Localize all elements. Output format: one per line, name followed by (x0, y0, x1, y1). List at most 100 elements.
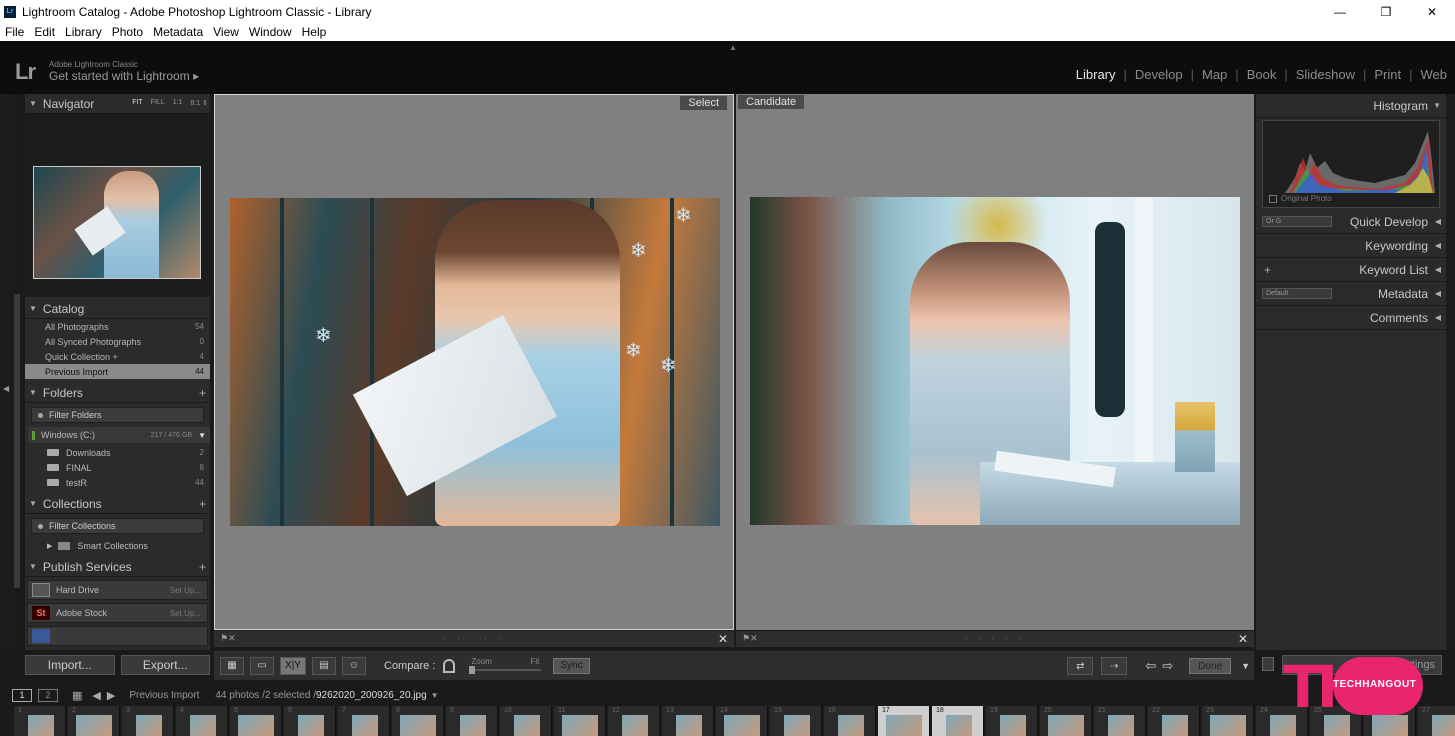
zoom-fit[interactable]: FIT (132, 99, 143, 107)
zoom-slider[interactable]: Zoom Fit (465, 656, 545, 676)
menu-file[interactable]: File (0, 25, 29, 39)
compare-view-button[interactable]: X|Y (280, 656, 306, 675)
import-button[interactable]: Import... (25, 655, 115, 675)
main-screen-button[interactable]: 1 (12, 688, 32, 702)
original-photo-toggle[interactable]: Original Photo (1269, 194, 1332, 203)
filmstrip-cell[interactable]: 4 (176, 706, 228, 736)
export-button[interactable]: Export... (120, 655, 210, 675)
add-publish-service-icon[interactable]: + (199, 560, 206, 574)
add-collection-icon[interactable]: + (199, 497, 206, 511)
filmstrip-cell[interactable]: 9 (446, 706, 498, 736)
navigator-preview[interactable] (25, 114, 210, 297)
keyword-list-header[interactable]: + Keyword List ◀ (1256, 258, 1446, 282)
filmstrip-cell[interactable]: 21 (1094, 706, 1146, 736)
add-keyword-icon[interactable]: + (1264, 263, 1271, 277)
rating-stars[interactable]: · · · · · (965, 633, 1026, 643)
publish-adobe-stock[interactable]: St Adobe Stock Set Up... (27, 603, 208, 623)
menu-view[interactable]: View (208, 25, 244, 39)
module-develop[interactable]: Develop (1127, 67, 1191, 82)
metadata-header[interactable]: Default Metadata ◀ (1256, 282, 1446, 306)
grid-view-icon[interactable]: ▦ (220, 656, 244, 675)
filmstrip-cell[interactable]: 27 (1418, 706, 1455, 736)
filmstrip-cell[interactable]: 15 (770, 706, 822, 736)
filmstrip-cell[interactable]: 22 (1148, 706, 1200, 736)
histogram[interactable]: Original Photo (1262, 120, 1440, 208)
menu-help[interactable]: Help (297, 25, 332, 39)
select-photo[interactable]: ❄ ❄ ❄ ❄ ❄ (230, 198, 720, 526)
filmstrip[interactable]: 1 2 3 4 5 6 7 8 9 10 11 12 13 14 15 16 17 18 19 20 21 22 23 24 2… (0, 706, 1455, 736)
quick-develop-header[interactable]: Or G Quick Develop ◀ (1256, 210, 1446, 234)
filmstrip-cell[interactable]: 26 (1364, 706, 1416, 736)
navigator-header[interactable]: ▼ Navigator FIT FILL 1:1 8:1 ⇕ (25, 94, 210, 114)
folder-downloads[interactable]: Downloads 2 (25, 445, 210, 460)
filmstrip-cell[interactable]: 8 (392, 706, 444, 736)
histogram-header[interactable]: Histogram ▼ (1256, 94, 1446, 118)
filmstrip-cell[interactable]: 23 (1202, 706, 1254, 736)
filename-dropdown-icon[interactable]: ▼ (431, 691, 439, 700)
people-view-icon[interactable]: ☺ (342, 656, 366, 675)
toolbar-menu-icon[interactable]: ▼ (1241, 661, 1250, 671)
close-candidate-icon[interactable]: ✕ (1238, 632, 1248, 646)
metadata-preset-select[interactable]: Default (1262, 288, 1332, 299)
zoom-fill[interactable]: FILL (151, 99, 165, 107)
folder-testr[interactable]: testR 44 (25, 475, 210, 490)
select-pane[interactable]: Select ❄ ❄ ❄ ❄ ❄ (214, 94, 734, 630)
rating-stars[interactable]: · · · · · (444, 633, 505, 643)
top-panel-toggle-icon[interactable]: ▲ (729, 43, 737, 52)
filmstrip-cell[interactable]: 16 (824, 706, 876, 736)
catalog-item-all-photographs[interactable]: All Photographs 54 (25, 319, 210, 334)
menu-window[interactable]: Window (244, 25, 297, 39)
filmstrip-cell[interactable]: 2 (68, 706, 120, 736)
back-forward-arrows-icon[interactable]: ◀▶ (92, 689, 121, 702)
lock-icon[interactable] (443, 658, 456, 673)
filmstrip-cell[interactable]: 10 (500, 706, 552, 736)
filmstrip-cell[interactable]: 5 (230, 706, 282, 736)
filmstrip-cell[interactable]: 20 (1040, 706, 1092, 736)
filter-folders-input[interactable]: Filter Folders (31, 407, 204, 423)
filmstrip-cell[interactable]: 1 (14, 706, 66, 736)
catalog-item-all-synced[interactable]: All Synced Photographs 0 (25, 334, 210, 349)
catalog-item-quick-collection[interactable]: Quick Collection +4 (25, 349, 210, 364)
menu-library[interactable]: Library (60, 25, 107, 39)
close-button[interactable]: ✕ (1409, 0, 1455, 23)
close-select-icon[interactable]: ✕ (718, 632, 728, 646)
filmstrip-cell[interactable]: 3 (122, 706, 174, 736)
collections-header[interactable]: ▼ Collections + (25, 494, 210, 514)
filmstrip-cell[interactable]: 7 (338, 706, 390, 736)
expand-triangle-icon[interactable]: ▶ (47, 542, 52, 550)
saved-preset-select[interactable]: Or G (1262, 216, 1332, 227)
module-print[interactable]: Print (1366, 67, 1409, 82)
maximize-button[interactable]: ❐ (1363, 0, 1409, 23)
done-button[interactable]: Done (1189, 658, 1232, 674)
left-panel-toggle-icon[interactable]: ◀ (3, 384, 9, 393)
module-library[interactable]: Library (1068, 67, 1124, 82)
publish-facebook[interactable] (27, 626, 208, 646)
filmstrip-cell[interactable]: 19 (986, 706, 1038, 736)
filmstrip-cell[interactable]: 13 (662, 706, 714, 736)
make-select-icon[interactable]: ⇢ (1101, 657, 1128, 675)
left-panel-scrollbar[interactable] (14, 294, 20, 588)
menu-photo[interactable]: Photo (107, 25, 148, 39)
minimize-button[interactable]: — (1317, 0, 1363, 23)
sync-toggle-icon[interactable] (1262, 657, 1274, 671)
loupe-view-icon[interactable]: ▭ (250, 656, 274, 675)
volume-windows-c[interactable]: Windows (C:) 217 / 476 GB ▼ (28, 427, 210, 443)
filmstrip-cell[interactable]: 11 (554, 706, 606, 736)
add-folder-icon[interactable]: + (199, 386, 206, 400)
comments-header[interactable]: Comments ◀ (1256, 306, 1446, 330)
grid-icon[interactable]: ▦ (72, 689, 82, 702)
catalog-header[interactable]: ▼ Catalog (25, 299, 210, 319)
filter-collections-input[interactable]: Filter Collections (31, 518, 204, 534)
catalog-item-previous-import[interactable]: Previous Import 44 (25, 364, 210, 379)
sync-settings-button[interactable]: Settings (1282, 655, 1442, 675)
zoom-1-1[interactable]: 1:1 (173, 99, 183, 107)
filmstrip-cell[interactable]: 17 (878, 706, 930, 736)
smart-collections[interactable]: ▶ Smart Collections (25, 538, 210, 553)
filmstrip-cell[interactable]: 6 (284, 706, 336, 736)
filmstrip-cell[interactable]: 14 (716, 706, 768, 736)
folder-final[interactable]: FINAL 8 (25, 460, 210, 475)
folders-header[interactable]: ▼ Folders + (25, 383, 210, 403)
module-book[interactable]: Book (1239, 67, 1285, 82)
candidate-photo[interactable] (750, 197, 1240, 525)
module-map[interactable]: Map (1194, 67, 1235, 82)
